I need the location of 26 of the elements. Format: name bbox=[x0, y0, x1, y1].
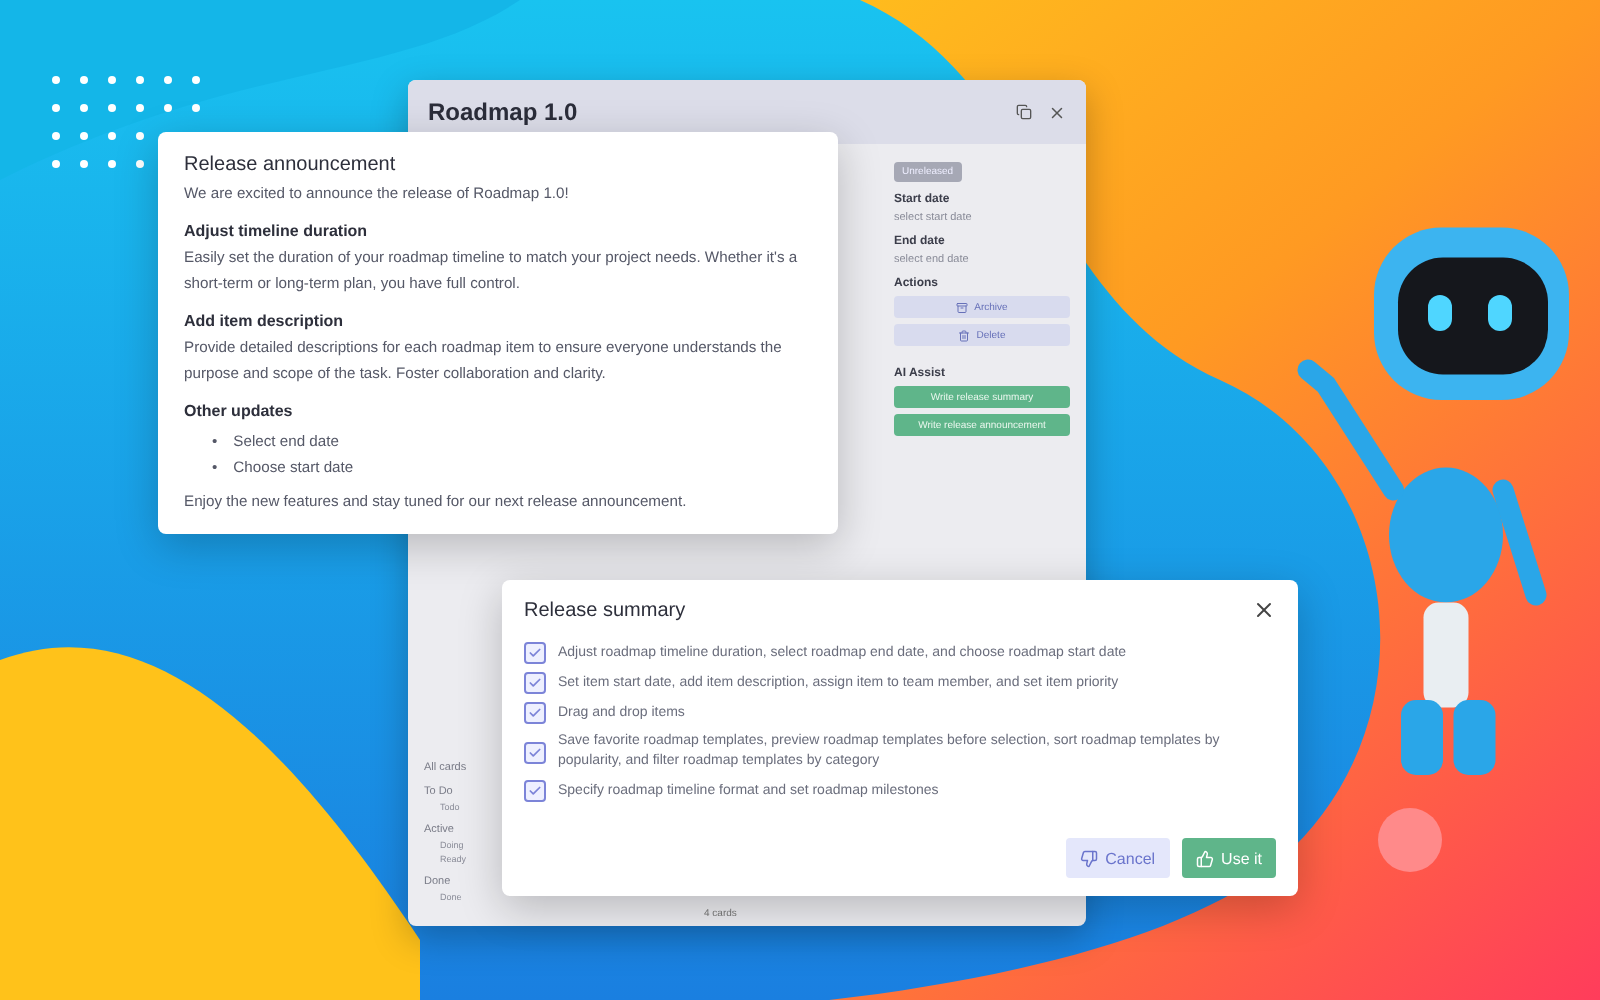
thumbs-down-icon bbox=[1079, 849, 1098, 867]
section-heading: Adjust timeline duration bbox=[184, 220, 370, 244]
checkbox[interactable] bbox=[524, 702, 546, 724]
check-icon bbox=[528, 676, 542, 690]
copy-icon[interactable] bbox=[1016, 104, 1032, 120]
checkbox[interactable] bbox=[524, 780, 546, 802]
archive-icon bbox=[956, 301, 969, 313]
cancel-button[interactable]: Cancel bbox=[1065, 838, 1170, 878]
section-heading: Other updates bbox=[184, 400, 295, 424]
circle-shape bbox=[1378, 808, 1442, 872]
dialog-title: Release summary bbox=[524, 599, 686, 621]
card-title: Release announcement bbox=[184, 152, 398, 178]
close-icon[interactable] bbox=[1048, 103, 1066, 121]
checkbox[interactable] bbox=[524, 741, 546, 763]
check-icon bbox=[528, 745, 542, 759]
close-icon[interactable] bbox=[1252, 598, 1276, 622]
check-icon bbox=[528, 646, 542, 660]
trash-icon bbox=[958, 329, 971, 341]
window-title: Roadmap 1.0 bbox=[428, 98, 580, 126]
checkbox[interactable] bbox=[524, 672, 546, 694]
use-button[interactable]: Use it bbox=[1181, 838, 1276, 878]
thumbs-up-icon bbox=[1195, 849, 1214, 867]
check-icon bbox=[528, 706, 542, 720]
section-heading: Add item description bbox=[184, 310, 346, 334]
checkbox[interactable] bbox=[524, 642, 546, 664]
check-icon bbox=[528, 784, 542, 798]
